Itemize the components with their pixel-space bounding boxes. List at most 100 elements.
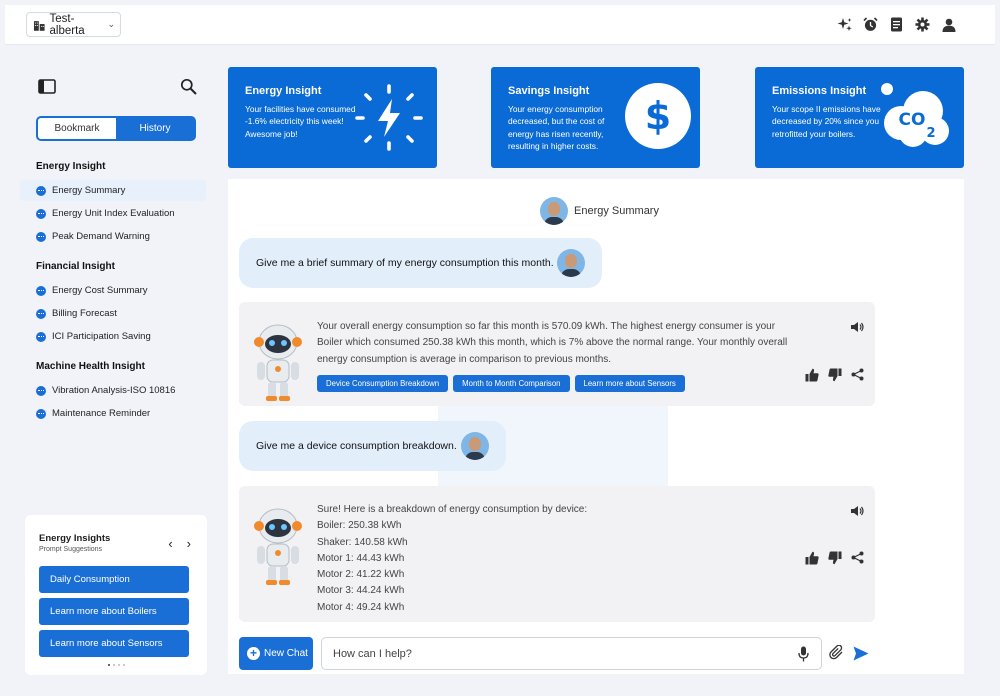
microphone-icon[interactable] — [798, 646, 809, 665]
carousel-dots — [108, 664, 125, 666]
chat-bubble-icon — [36, 385, 46, 396]
user-icon[interactable] — [940, 16, 957, 33]
card-text: Your energy consumption decreased, but t… — [508, 104, 605, 151]
thumbs-down-icon[interactable] — [828, 368, 842, 387]
chat-title: Energy Summary — [540, 197, 659, 225]
chip-learn-about-sensors[interactable]: Learn more about Sensors — [574, 375, 685, 392]
svg-text:CO: CO — [899, 110, 926, 130]
dollar-coin-icon: $ — [625, 83, 691, 149]
share-icon[interactable] — [851, 368, 864, 387]
chat-bubble-icon — [36, 285, 46, 296]
alarm-clock-icon[interactable] — [862, 16, 879, 33]
bot-message-line: Motor 4: 49.24 kWh — [317, 601, 405, 613]
chip-month-to-month-comparison[interactable]: Month to Month Comparison — [453, 375, 570, 392]
sidebar-item-maintenance-reminder[interactable]: Maintenance Reminder — [20, 403, 206, 424]
sidebar-item-vibration-analysis[interactable]: Vibration Analysis-ISO 10816 — [20, 380, 206, 401]
suggestion-sensors[interactable]: Learn more about Sensors — [39, 630, 189, 657]
sidebar-item-energy-summary[interactable]: Energy Summary — [20, 180, 206, 201]
svg-text:2: 2 — [926, 126, 935, 141]
energy-insight-card[interactable]: Energy Insight Your facilities have cons… — [228, 67, 437, 168]
thumbs-down-icon[interactable] — [828, 551, 842, 570]
chat-panel: Energy Summary Give me a brief summary o… — [228, 179, 964, 674]
suggestions-subtitle: Prompt Suggestions — [39, 546, 103, 553]
suggestion-daily-consumption[interactable]: Daily Consumption — [39, 566, 189, 593]
co2-cloud-icon: CO 2 — [881, 83, 949, 147]
document-icon[interactable] — [888, 16, 905, 33]
new-chat-button[interactable]: + New Chat — [239, 637, 313, 670]
group-title-financial-insight: Financial Insight — [36, 261, 115, 272]
site-name: Test-alberta — [49, 12, 85, 37]
plus-icon: + — [247, 647, 260, 660]
sidebar-item-label: Energy Cost Summary — [52, 285, 148, 296]
chat-input-bar: + New Chat How can I help? — [239, 637, 869, 670]
bot-message-line: energy consumption is average in compari… — [317, 353, 612, 365]
paperclip-icon[interactable] — [829, 644, 845, 666]
prompt-suggestions-panel: Energy Insights Prompt Suggestions ‹ › D… — [25, 515, 207, 675]
building-icon — [33, 20, 45, 31]
user-message-text: Give me a brief summary of my energy con… — [256, 257, 554, 269]
bot-message-line: Boiler which consumed 250.38 kWh this mo… — [317, 337, 788, 349]
sidebar: Bookmark History Energy Insight Energy S… — [20, 60, 215, 500]
chat-input[interactable]: How can I help? — [321, 637, 822, 670]
bot-message-line: Shaker: 140.58 kWh — [317, 536, 408, 548]
lightning-bolt-icon — [355, 84, 423, 151]
suggestion-boilers[interactable]: Learn more about Boilers — [39, 598, 189, 625]
sidebar-item-peak-demand[interactable]: Peak Demand Warning — [20, 226, 206, 247]
settings-gear-icon[interactable] — [914, 16, 931, 33]
bot-message: Sure! Here is a breakdown of energy cons… — [239, 486, 875, 622]
user-message-text: Give me a device consumption breakdown. — [256, 440, 457, 452]
sidebar-item-billing-forecast[interactable]: Billing Forecast — [20, 303, 206, 324]
savings-insight-card[interactable]: Savings Insight Your energy consumption … — [491, 67, 700, 168]
chevron-right-icon[interactable]: › — [187, 536, 191, 551]
card-text: Your scope II emissions have decreased b… — [772, 104, 881, 139]
site-selector[interactable]: Test-alberta ⌄ — [26, 12, 121, 37]
emissions-insight-card[interactable]: Emissions Insight Your scope II emission… — [755, 67, 964, 168]
sidebar-item-label: ICI Participation Saving — [52, 331, 151, 342]
tab-history[interactable]: History — [116, 118, 194, 139]
robot-assistant-icon — [254, 324, 302, 401]
speaker-icon[interactable] — [850, 504, 864, 522]
sidebar-item-label: Maintenance Reminder — [52, 408, 151, 419]
chevron-left-icon[interactable]: ‹ — [168, 536, 172, 551]
card-text: Your facilities have consumed -1.6% elec… — [245, 104, 356, 139]
card-title: Savings Insight — [508, 85, 590, 97]
tab-bookmark[interactable]: Bookmark — [38, 118, 116, 139]
card-title: Emissions Insight — [772, 85, 867, 97]
chat-bubble-icon — [36, 185, 46, 196]
group-title-energy-insight: Energy Insight — [36, 161, 106, 172]
bot-message-line: Motor 2: 41.22 kWh — [317, 569, 405, 581]
sidebar-item-label: Vibration Analysis-ISO 10816 — [52, 385, 176, 396]
chat-bubble-icon — [36, 308, 46, 319]
robot-assistant-icon — [254, 508, 302, 585]
svg-text:$: $ — [645, 94, 671, 138]
suggestions-title: Energy Insights — [39, 533, 111, 544]
bot-message-line: Boiler: 250.38 kWh — [317, 520, 402, 532]
card-title: Energy Insight — [245, 85, 322, 97]
avatar — [557, 249, 585, 277]
sidebar-item-label: Peak Demand Warning — [52, 231, 150, 242]
share-icon[interactable] — [851, 551, 864, 570]
chat-bubble-icon — [36, 408, 46, 419]
thumbs-up-icon[interactable] — [805, 368, 819, 387]
sidebar-item-ici-participation[interactable]: ICI Participation Saving — [20, 326, 206, 347]
sidebar-toggle-icon[interactable] — [38, 79, 56, 99]
bot-message-line: Motor 1: 44.43 kWh — [317, 552, 405, 564]
chip-device-consumption-breakdown[interactable]: Device Consumption Breakdown — [317, 375, 449, 392]
bot-message-line: Sure! Here is a breakdown of energy cons… — [317, 504, 588, 515]
group-title-machine-health: Machine Health Insight — [36, 361, 145, 372]
user-message: Give me a device consumption breakdown. — [239, 421, 506, 471]
thumbs-up-icon[interactable] — [805, 551, 819, 570]
bookmark-history-toggle: Bookmark History — [36, 116, 196, 141]
sparkle-icon[interactable] — [836, 16, 853, 33]
search-icon[interactable] — [180, 78, 197, 100]
bot-message-line: Your overall energy consumption so far t… — [317, 321, 776, 332]
send-icon[interactable] — [853, 646, 869, 666]
top-bar: Test-alberta ⌄ — [5, 5, 995, 45]
avatar — [461, 432, 489, 460]
sidebar-item-energy-cost-summary[interactable]: Energy Cost Summary — [20, 280, 206, 301]
new-chat-label: New Chat — [264, 648, 308, 659]
chat-bubble-icon — [36, 231, 46, 242]
sidebar-item-energy-unit-index[interactable]: Energy Unit Index Evaluation — [20, 203, 206, 224]
chat-bubble-icon — [36, 331, 46, 342]
speaker-icon[interactable] — [850, 320, 864, 338]
